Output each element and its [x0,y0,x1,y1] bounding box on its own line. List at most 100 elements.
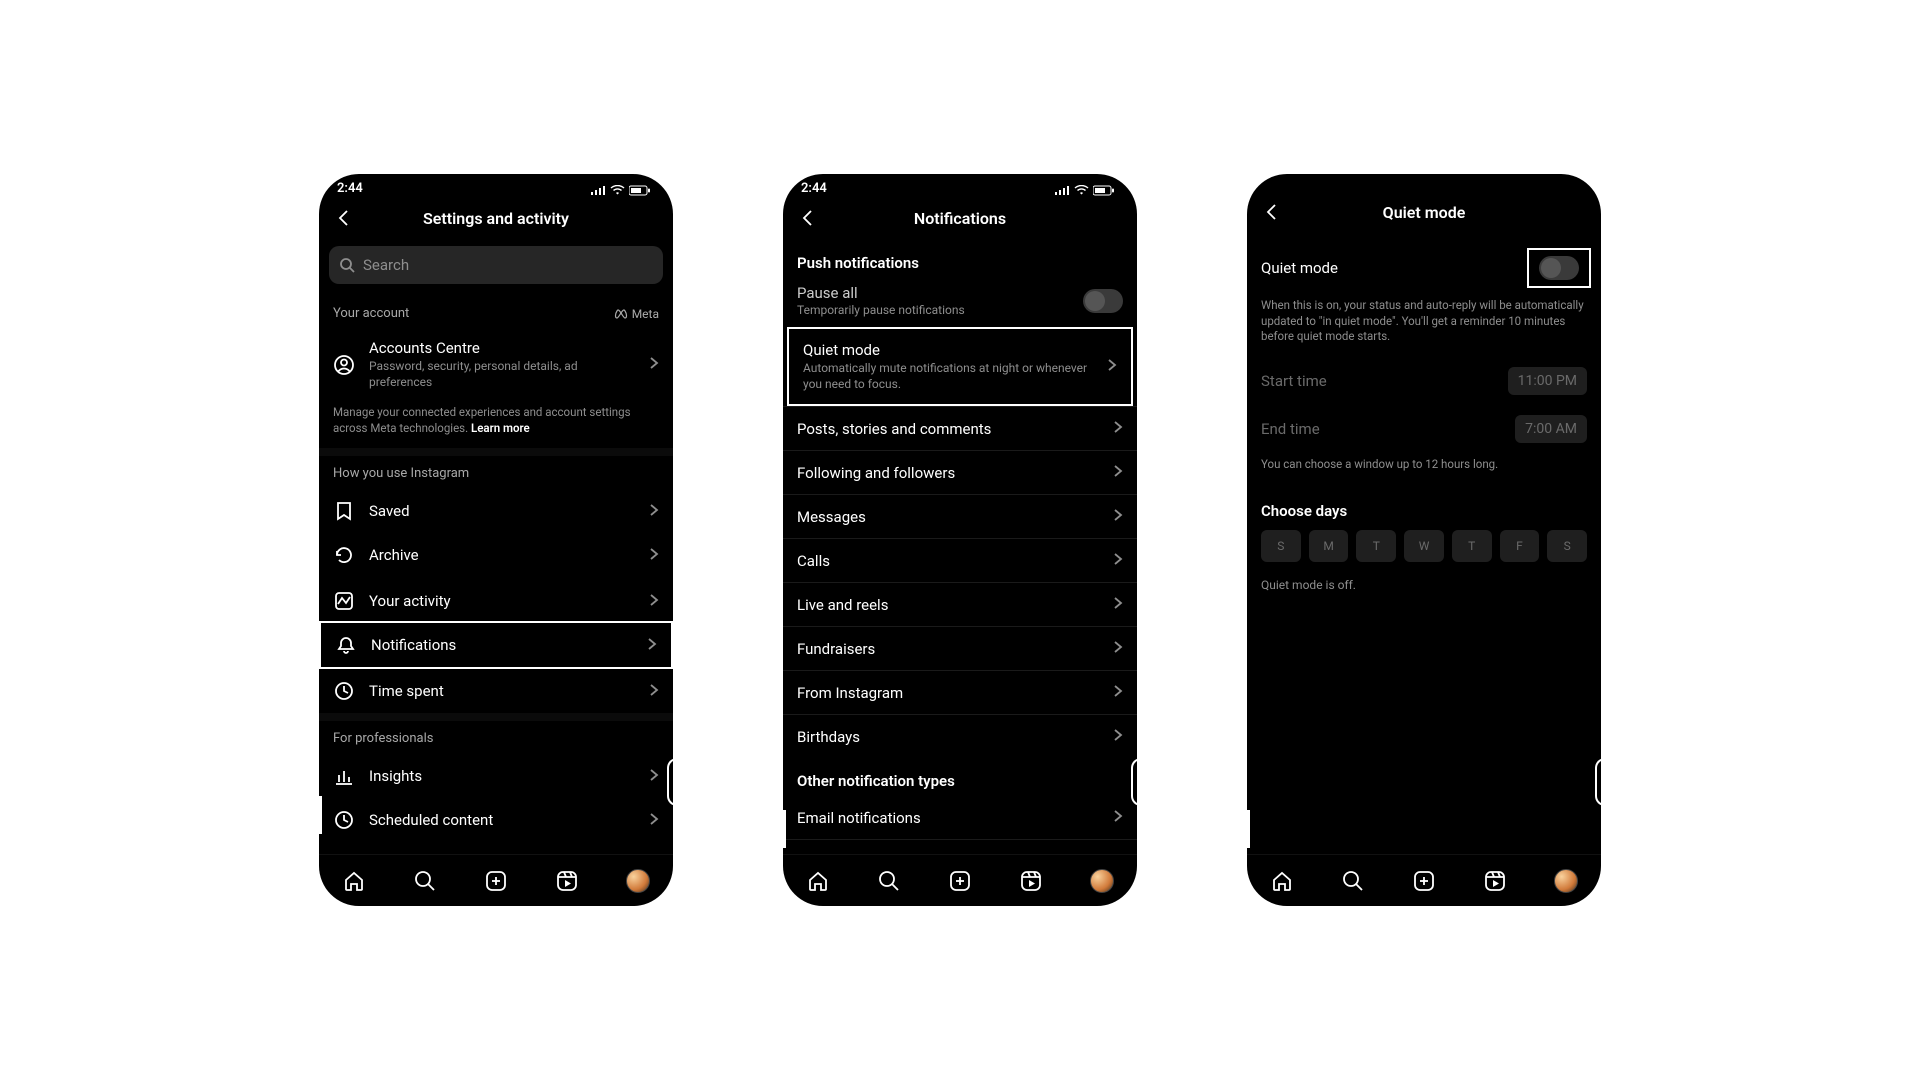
row-calls[interactable]: Calls [783,538,1137,582]
row-email-notifications[interactable]: Email notifications [783,796,1137,839]
search-placeholder: Search [363,256,409,274]
tab-bar [319,854,673,906]
phone-settings: 2:44 Settings and activity Search Your a… [319,174,673,906]
tab-bar [1247,854,1601,906]
day-thu[interactable]: T [1452,530,1492,562]
row-scheduled-content[interactable]: Scheduled content [319,798,673,842]
chevron-right-icon [1113,595,1123,614]
learn-more-link[interactable]: Learn more [471,421,530,435]
row-birthdays[interactable]: Birthdays [783,714,1137,758]
row-quiet-mode[interactable]: Quiet mode Automatically mute notificati… [789,329,1131,404]
header-row: Quiet mode [1247,190,1601,234]
quiet-mode-content: Quiet mode When this is on, your status … [1247,234,1601,854]
row-pause-all[interactable]: Pause all Temporarily pause notification… [783,278,1137,327]
tab-home[interactable] [1269,868,1295,894]
end-time-row[interactable]: End time 7:00 AM [1247,405,1601,453]
activity-icon [333,591,355,611]
tab-search[interactable] [876,868,902,894]
back-button[interactable] [329,203,359,233]
chevron-right-icon [649,811,659,830]
accounts-centre-sub: Password, security, personal details, ad… [369,359,635,390]
day-tue[interactable]: T [1356,530,1396,562]
end-time-value[interactable]: 7:00 AM [1515,415,1587,443]
tab-profile[interactable] [1089,868,1115,894]
back-button[interactable] [1257,197,1287,227]
phone-notifications: 2:44 Notifications Push notifications Pa… [783,174,1137,906]
tab-reels[interactable] [1482,868,1508,894]
row-posts[interactable]: Posts, stories and comments [783,406,1137,450]
row-your-activity[interactable]: Your activity [319,577,673,621]
row-shopping[interactable]: Shopping [783,839,1137,854]
tab-bar [783,854,1137,906]
row-archive[interactable]: Archive [319,533,673,577]
row-messages[interactable]: Messages [783,494,1137,538]
tab-create[interactable] [1411,868,1437,894]
start-time-value[interactable]: 11:00 PM [1508,367,1587,395]
row-saved[interactable]: Saved [319,489,673,533]
status-icons [1054,185,1115,196]
tab-reels[interactable] [1018,868,1044,894]
row-accounts-centre[interactable]: Accounts Centre Password, security, pers… [319,329,673,400]
day-fri[interactable]: F [1500,530,1540,562]
divider [319,713,673,721]
day-wed[interactable]: W [1404,530,1444,562]
day-mon[interactable]: M [1309,530,1349,562]
days-row: S M T W T F S [1247,526,1601,570]
tab-search[interactable] [412,868,438,894]
header-row: Notifications [783,196,1137,240]
section-your-account: Your account Meta [319,296,673,329]
start-time-row[interactable]: Start time 11:00 PM [1247,357,1601,405]
avatar-icon [1090,869,1114,893]
row-business-tools[interactable]: Business tools and controls [319,842,673,854]
search-input[interactable]: Search [329,246,663,284]
choose-days-label: Choose days [1247,484,1601,526]
quiet-mode-toggle[interactable] [1539,256,1579,280]
row-time-spent[interactable]: Time spent [319,669,673,713]
status-bar: 2:44 [783,174,1137,196]
pause-all-toggle[interactable] [1083,289,1123,313]
row-insights[interactable]: Insights [319,754,673,798]
page-title: Notifications [783,209,1137,228]
chevron-right-icon [649,592,659,611]
tab-search[interactable] [1340,868,1366,894]
row-fundraisers[interactable]: Fundraisers [783,626,1137,670]
divider [319,448,673,456]
tab-reels[interactable] [554,868,580,894]
meta-icon [614,309,628,319]
chevron-right-icon [1113,808,1123,827]
chevron-right-icon [1113,463,1123,482]
accounts-centre-title: Accounts Centre [369,339,635,357]
tab-create[interactable] [947,868,973,894]
quiet-mode-status: Quiet mode is off. [1247,570,1601,600]
row-following[interactable]: Following and followers [783,450,1137,494]
chevron-right-icon [1113,551,1123,570]
manage-connected-text: Manage your connected experiences and ac… [319,400,673,448]
section-push: Push notifications [783,240,1137,278]
row-live-reels[interactable]: Live and reels [783,582,1137,626]
meta-brand: Meta [614,307,659,321]
row-from-instagram[interactable]: From Instagram [783,670,1137,714]
settings-content: Search Your account Meta Accounts Centre… [319,240,673,854]
insights-icon [333,766,355,786]
tab-create[interactable] [483,868,509,894]
status-bar [1247,174,1601,190]
day-sat[interactable]: S [1547,530,1587,562]
avatar-icon [626,869,650,893]
clock-icon [333,681,355,701]
scroll-indicator-right [1131,758,1137,806]
tab-home[interactable] [341,868,367,894]
clock-icon [333,810,355,830]
row-notifications[interactable]: Notifications [321,623,671,667]
back-button[interactable] [793,203,823,233]
scroll-indicator-left [783,810,786,848]
tab-profile[interactable] [625,868,651,894]
tab-profile[interactable] [1553,868,1579,894]
day-sun[interactable]: S [1261,530,1301,562]
tab-home[interactable] [805,868,831,894]
avatar-icon [1554,869,1578,893]
chevron-right-icon [1113,507,1123,526]
bell-icon [335,635,357,655]
header-row: Settings and activity [319,196,673,240]
page-title: Settings and activity [319,209,673,228]
scroll-indicator-right [1595,758,1601,806]
